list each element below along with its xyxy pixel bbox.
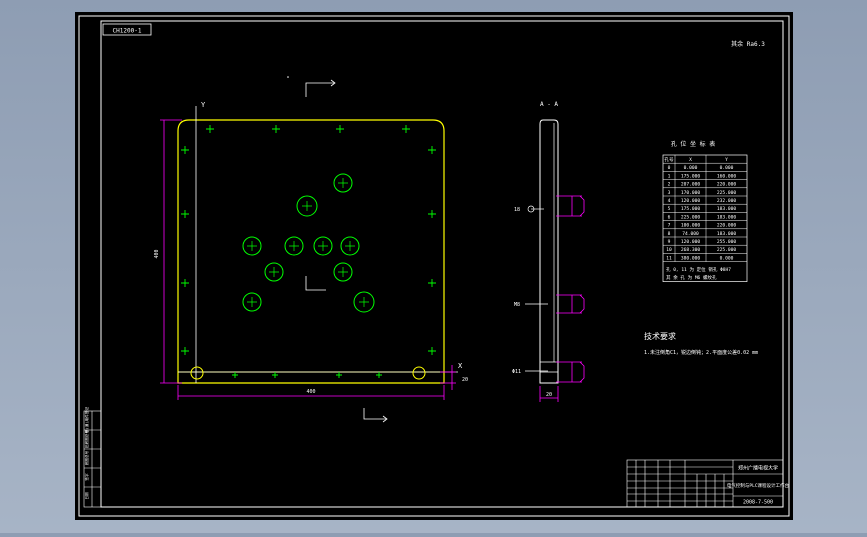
hole-table-title: 孔 位 坐 标 表 — [671, 140, 715, 148]
left-side-label: 日期 — [84, 492, 89, 500]
hole-table-cell: 11 — [666, 255, 672, 261]
hole-table-cell: 183.000 — [717, 231, 737, 237]
hole-table-cell: 160.000 — [717, 173, 737, 179]
hole-table-cell: 0.000 — [720, 255, 734, 261]
dim-width: 400 — [306, 389, 315, 395]
dim-thickness: 20 — [462, 377, 468, 383]
hole-table-cell: 0.000 — [720, 165, 734, 171]
hole-table-cell: 120.000 — [681, 198, 701, 204]
section-label: A - A — [540, 101, 558, 108]
section-dim-thickness: 20 — [546, 392, 552, 398]
hole-table-note-1: 孔 0, 11 为 定位 销孔 Φ8H7 — [666, 266, 731, 273]
hole-table-cell: 2 — [668, 182, 671, 188]
code-box-label: CH1200-1 — [113, 28, 142, 35]
title-block-drawing-no: 2008-7-500 — [743, 500, 773, 506]
roughness-note: 其余 Ra6.3 — [731, 40, 765, 48]
hole-table-cell: 0.000 — [684, 165, 698, 171]
hole-table-cell: 268.300 — [681, 247, 701, 253]
hole-table-cell: 3 — [668, 190, 671, 196]
hole-table-cell: 255.000 — [717, 239, 737, 245]
section-dim-a: 18 — [514, 207, 520, 213]
hole-table-header-cell: 孔号 — [664, 156, 674, 163]
hole-table-cell: 9 — [668, 239, 671, 245]
drawing-canvas[interactable] — [75, 12, 793, 520]
section-dim-c: Φ11 — [512, 369, 521, 375]
hole-table-cell: 7 — [668, 223, 671, 229]
left-side-label: 签字 — [84, 473, 89, 481]
hole-table-header-cell: Y — [725, 157, 728, 163]
hole-table-cell: 220.000 — [717, 182, 737, 188]
hole-table-cell: 220.000 — [717, 223, 737, 229]
hole-table-cell: 1 — [668, 173, 671, 179]
hole-table-cell: 5 — [668, 206, 671, 212]
hole-table-cell: 8 — [668, 231, 671, 237]
hole-table-cell: 120.000 — [681, 239, 701, 245]
hole-table-cell: 380.000 — [681, 255, 701, 261]
section-dim-b: M8 — [514, 302, 520, 308]
hole-table-cell: 10 — [666, 247, 672, 253]
hole-table-cell: 183.000 — [717, 206, 737, 212]
hole-table-cell: 175.000 — [681, 173, 701, 179]
title-block-school: 郑州广播电视大学 — [738, 465, 778, 472]
left-side-label: 借(通)用件登记 — [84, 407, 89, 433]
hole-table-cell: 6 — [668, 214, 671, 220]
hole-table-cell: 232.000 — [717, 198, 737, 204]
hole-table-cell: 183.000 — [717, 214, 737, 220]
hole-table-cell: 74.000 — [682, 231, 699, 237]
title-block-drawing-name: 电气控制与PLC课程设计工作台 — [727, 482, 790, 489]
hole-table-header-cell: X — [689, 157, 692, 163]
hole-table-cell: 225.000 — [681, 214, 701, 220]
hole-table-cell: 100.000 — [681, 223, 701, 229]
tech-req-line: 1.未注倒角C1，锐边倒钝；2.平面度公差0.02 mm — [644, 349, 758, 356]
hole-table-note-2: 其 余 孔 为 M6 螺纹孔 — [666, 274, 717, 281]
tech-req-title: 技术要求 — [644, 331, 676, 341]
hole-table-cell: 225.000 — [717, 247, 737, 253]
left-side-label: 旧底图总号 — [84, 430, 89, 448]
marker-dot — [287, 76, 289, 78]
hole-table-cell: 175.000 — [681, 206, 701, 212]
hole-table-cell: 225.000 — [717, 190, 737, 196]
hole-table-cell: 170.000 — [681, 190, 701, 196]
hole-table-cell: 0 — [668, 165, 671, 171]
dim-height: 400 — [154, 249, 160, 258]
cad-viewport[interactable]: CH1200-1 其余 Ra6.3 Y X 400 400 20 A - A 1… — [0, 0, 867, 533]
left-side-label: 底图总号 — [84, 450, 89, 465]
hole-table-cell: 207.000 — [681, 182, 701, 188]
hole-table-cell: 4 — [668, 198, 671, 204]
